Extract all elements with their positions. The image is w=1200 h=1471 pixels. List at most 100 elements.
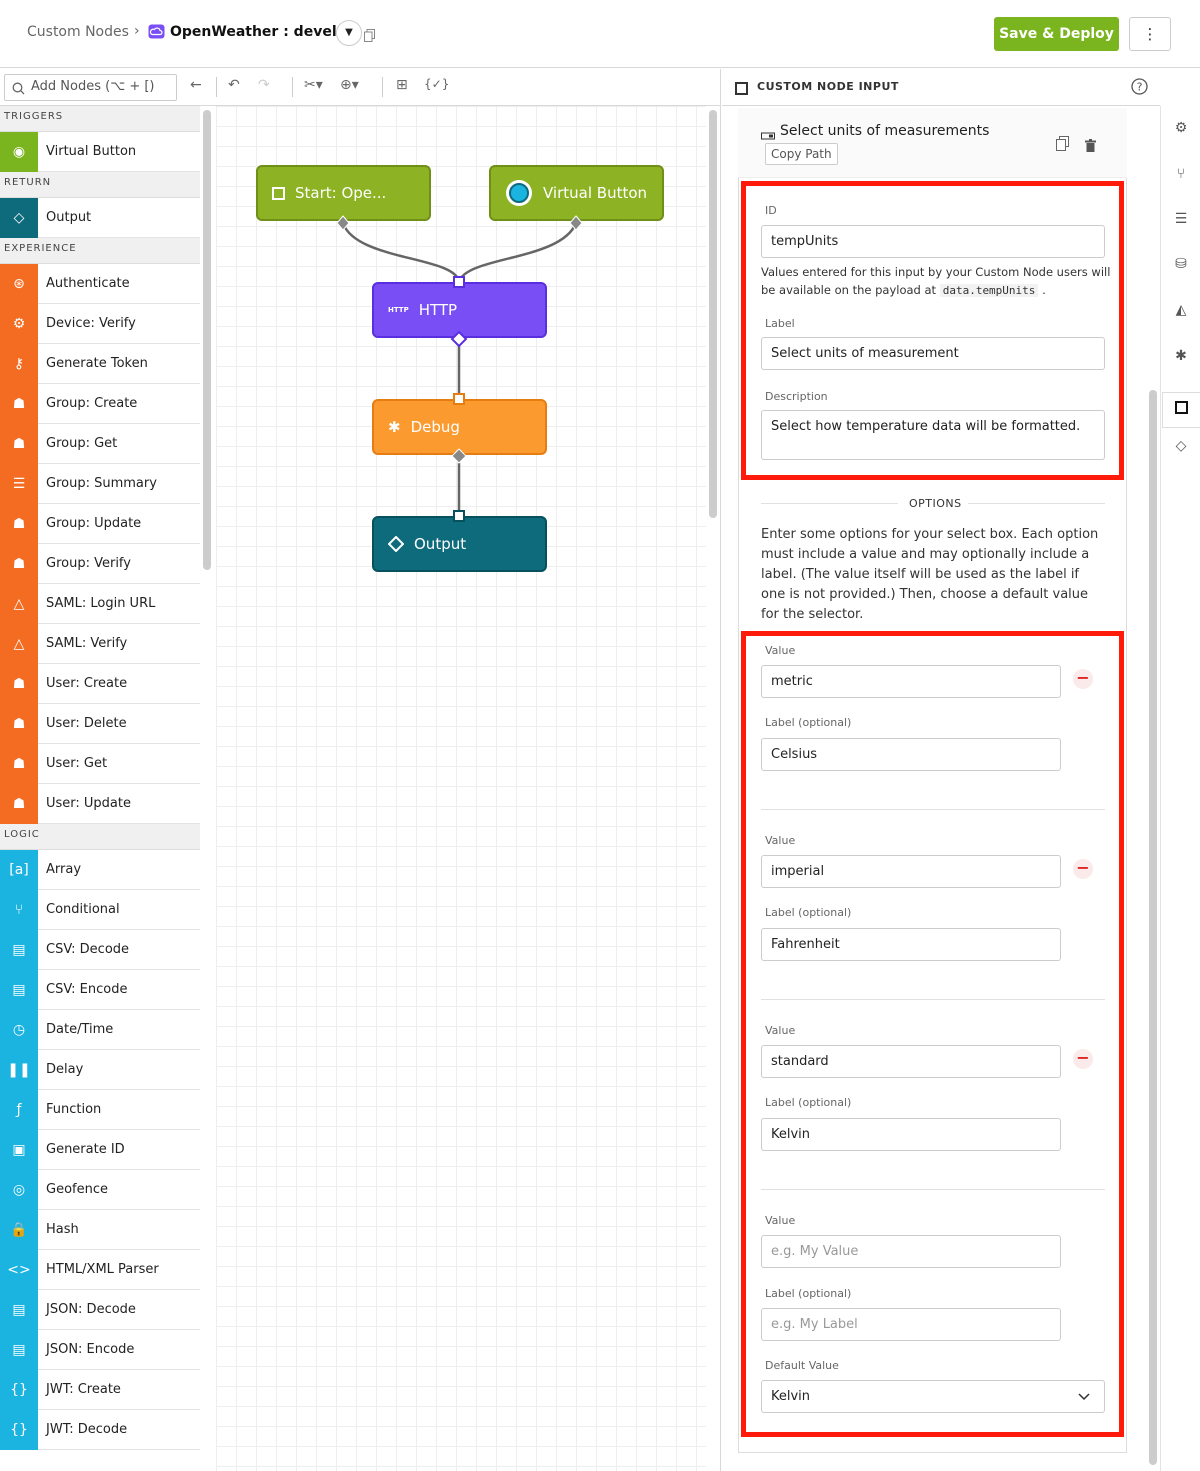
custom-node-input-tab-icon[interactable] xyxy=(1162,392,1200,428)
group-verify-icon: ☗ xyxy=(0,543,38,584)
add-comment-icon[interactable]: ⊞ xyxy=(396,77,408,93)
palette-item-label: HTML/XML Parser xyxy=(46,1262,159,1277)
canvas-scrollbar[interactable] xyxy=(709,110,717,518)
generate-id-icon: ▣ xyxy=(0,1129,38,1170)
copy-icon[interactable] xyxy=(364,27,375,46)
palette-item-json-decode[interactable]: ▤ JSON: Decode xyxy=(0,1289,200,1330)
label-field-label: Label xyxy=(765,317,795,330)
panel-header: CUSTOM NODE INPUT ? xyxy=(722,69,1160,106)
id-input[interactable]: tempUnits xyxy=(761,225,1105,258)
database-icon[interactable]: ⛁ xyxy=(1171,256,1191,276)
palette-item-csv-decode[interactable]: ▤ CSV: Decode xyxy=(0,929,200,970)
duplicate-icon[interactable] xyxy=(1056,136,1069,155)
zoom-icon[interactable]: ⊕▾ xyxy=(340,77,359,93)
palette-item-authenticate[interactable]: ⊛ Authenticate xyxy=(0,263,200,304)
option-1-value-input[interactable]: metric xyxy=(761,665,1061,698)
option-2-label-input[interactable]: Fahrenheit xyxy=(761,928,1061,961)
palette-item-geofence[interactable]: ◎ Geofence xyxy=(0,1169,200,1210)
variables-icon[interactable]: {✓} xyxy=(424,77,449,91)
option-2-value-input[interactable]: imperial xyxy=(761,855,1061,888)
palette-item-group-get[interactable]: ☗ Group: Get xyxy=(0,423,200,464)
id-hint-line-2: be available on the payload at data.temp… xyxy=(761,281,1111,300)
help-icon[interactable]: ? xyxy=(1131,78,1148,99)
user-update-icon: ☗ xyxy=(0,783,38,824)
search-icon xyxy=(12,82,25,95)
version-dropdown-button[interactable]: ▼ xyxy=(336,20,362,46)
palette-item-generate-token[interactable]: ⚷ Generate Token xyxy=(0,343,200,384)
copy-path-button[interactable]: Copy Path xyxy=(765,143,838,165)
search-input[interactable]: Add Nodes (⌥ + [) xyxy=(31,79,155,94)
label-input[interactable]: Select units of measurement xyxy=(761,337,1105,370)
palette-item-date-time[interactable]: ◷ Date/Time xyxy=(0,1009,200,1050)
palette-item-delay[interactable]: ❚❚ Delay xyxy=(0,1049,200,1090)
palette-item-user-get[interactable]: ☗ User: Get xyxy=(0,743,200,784)
palette-item-array[interactable]: [a] Array xyxy=(0,849,200,890)
palette-item-user-update[interactable]: ☗ User: Update xyxy=(0,783,200,824)
palette-item-label: Array xyxy=(46,862,82,877)
palette-item-user-create[interactable]: ☗ User: Create xyxy=(0,663,200,704)
palette-item-label: Group: Verify xyxy=(46,556,131,571)
palette-item-conditional[interactable]: ⑂ Conditional xyxy=(0,889,200,930)
panel-scrollbar[interactable] xyxy=(1149,390,1157,1465)
top-bar: Custom Nodes › OpenWeather : develop ▼ S… xyxy=(0,0,1200,68)
remove-option-3-icon[interactable]: − xyxy=(1073,1049,1093,1069)
palette-item-jwt-create[interactable]: {} JWT: Create xyxy=(0,1369,200,1410)
palette-item-jwt-decode[interactable]: {} JWT: Decode xyxy=(0,1409,200,1450)
add-nodes-search[interactable]: Add Nodes (⌥ + [) xyxy=(4,74,177,101)
option-3-label-input[interactable]: Kelvin xyxy=(761,1118,1061,1151)
palette-item-label: Device: Verify xyxy=(46,316,136,331)
breadcrumb-separator: › xyxy=(134,23,140,39)
payload-code: data.tempUnits xyxy=(939,284,1039,297)
palette-item-hash[interactable]: 🔒 Hash xyxy=(0,1209,200,1250)
save-deploy-button[interactable]: Save & Deploy xyxy=(994,17,1119,51)
bug-icon[interactable]: ✱ xyxy=(1171,348,1191,368)
collapse-arrow-icon[interactable]: ← xyxy=(190,77,202,93)
palette-scrollbar[interactable] xyxy=(203,110,211,570)
palette-item-label: User: Get xyxy=(46,756,108,771)
workflow-canvas[interactable]: Start: Ope... Virtual Button HTTP HTTP ✱… xyxy=(216,106,706,1471)
trash-icon[interactable] xyxy=(1085,137,1096,156)
id-label: ID xyxy=(765,204,777,217)
diamond-icon[interactable]: ◇ xyxy=(1171,438,1191,458)
palette-item-generate-id[interactable]: ▣ Generate ID xyxy=(0,1129,200,1170)
scissors-icon[interactable]: ✂▾ xyxy=(304,77,323,93)
palette-item-group-create[interactable]: ☗ Group: Create xyxy=(0,383,200,424)
palette-item-group-update[interactable]: ☗ Group: Update xyxy=(0,503,200,544)
palette-item-label: CSV: Decode xyxy=(46,942,130,957)
option-1-label-input[interactable]: Celsius xyxy=(761,738,1061,771)
palette-item-html-xml-parser[interactable]: <> HTML/XML Parser xyxy=(0,1249,200,1290)
list-icon[interactable]: ☰ xyxy=(1171,211,1191,231)
palette-item-output[interactable]: ◇ Output xyxy=(0,197,200,238)
remove-option-1-icon[interactable]: − xyxy=(1073,669,1093,689)
description-textarea[interactable]: Select how temperature data will be form… xyxy=(761,410,1105,460)
redo-icon[interactable]: ↷ xyxy=(258,77,270,93)
palette-item-csv-encode[interactable]: ▤ CSV: Encode xyxy=(0,969,200,1010)
remove-option-2-icon[interactable]: − xyxy=(1073,859,1093,879)
conditional-icon: ⑂ xyxy=(0,889,38,930)
new-option-value-input[interactable]: e.g. My Value xyxy=(761,1235,1061,1268)
csv-encode-icon: ▤ xyxy=(0,969,38,1010)
default-value-select[interactable]: Kelvin xyxy=(761,1380,1105,1413)
breadcrumb-custom-nodes[interactable]: Custom Nodes xyxy=(27,24,129,40)
palette-item-user-delete[interactable]: ☗ User: Delete xyxy=(0,703,200,744)
palette-item-json-encode[interactable]: ▤ JSON: Encode xyxy=(0,1329,200,1370)
options-hint: Enter some options for your select box. … xyxy=(761,527,1099,622)
branch-icon[interactable]: ⑂ xyxy=(1171,166,1191,186)
palette-item-group-summary[interactable]: ☰ Group: Summary xyxy=(0,463,200,504)
chart-icon[interactable]: ◭ xyxy=(1171,302,1191,322)
array-icon: [a] xyxy=(0,849,38,890)
palette-item-label: Generate Token xyxy=(46,356,148,371)
more-menu-button[interactable]: ⋮ xyxy=(1129,17,1171,51)
option-3-value-label: Value xyxy=(765,1024,796,1037)
palette-item-virtual-button[interactable]: ◉ Virtual Button xyxy=(0,131,200,172)
palette-item-device-verify[interactable]: ⚙ Device: Verify xyxy=(0,303,200,344)
option-separator xyxy=(761,999,1105,1000)
option-3-value-input[interactable]: standard xyxy=(761,1045,1061,1078)
palette-item-function[interactable]: ƒ Function xyxy=(0,1089,200,1130)
palette-item-saml-verify[interactable]: △ SAML: Verify xyxy=(0,623,200,664)
palette-item-group-verify[interactable]: ☗ Group: Verify xyxy=(0,543,200,584)
undo-icon[interactable]: ↶ xyxy=(228,77,240,93)
palette-item-saml-login-url[interactable]: △ SAML: Login URL xyxy=(0,583,200,624)
gear-icon[interactable]: ⚙ xyxy=(1171,120,1191,140)
new-option-label-input[interactable]: e.g. My Label xyxy=(761,1308,1061,1341)
